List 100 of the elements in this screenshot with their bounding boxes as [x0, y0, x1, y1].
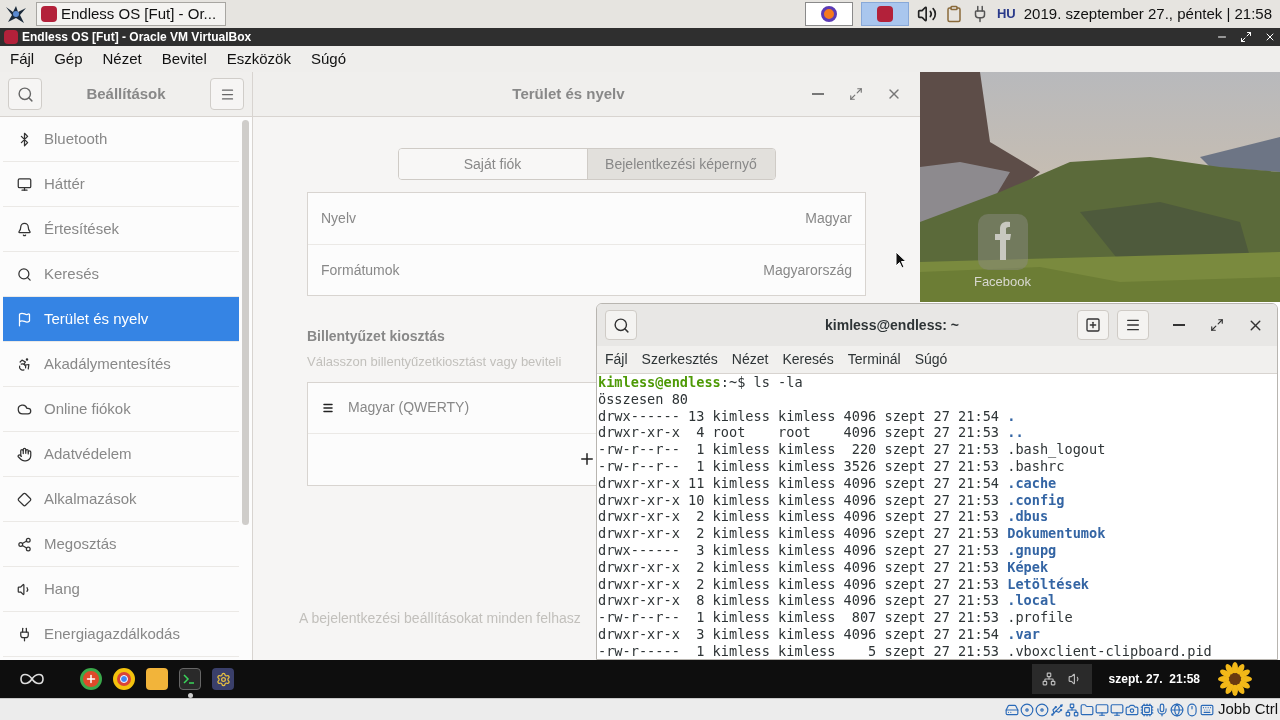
file-name: .vboxclient-clipboard.pid [1007, 642, 1212, 659]
sidebar-item[interactable]: Háttér [3, 162, 239, 207]
menu-item[interactable]: Keresés [782, 349, 834, 370]
status-icon[interactable] [1094, 702, 1109, 717]
sidebar-item[interactable]: Akadálymentesítés [3, 342, 239, 387]
folder-icon[interactable] [146, 668, 168, 690]
status-icon[interactable] [1154, 702, 1169, 717]
status-icon[interactable] [1034, 702, 1049, 717]
sidebar-item[interactable]: Bluetooth [3, 117, 239, 162]
file-name: .. [1007, 424, 1024, 442]
tray-button[interactable] [861, 2, 909, 26]
settings-row[interactable]: Nyelv Magyar [308, 193, 865, 244]
maximize-icon [849, 87, 863, 101]
window-title: Terület és nyelv [511, 83, 626, 104]
terminal-text: drwxr-xr-x 3 kimless kimless 4096 szept 27 21:54 [598, 625, 1000, 643]
sidebar-item-icon [17, 491, 32, 507]
file-name: Dokumentumok [1007, 525, 1106, 542]
terminal-text: összesen 80 [598, 390, 689, 407]
sidebar-item[interactable]: Alkalmazások [3, 477, 239, 522]
search-button[interactable] [605, 310, 637, 340]
desktop-icon-label: Facebook [973, 273, 1032, 291]
file-name: Képek [1007, 558, 1049, 576]
status-icon[interactable] [1109, 702, 1124, 717]
infinity-logo-icon[interactable] [18, 672, 46, 686]
menu-button[interactable] [1117, 310, 1149, 340]
sunflower-icon[interactable] [1218, 662, 1252, 696]
sidebar-item[interactable]: Terület és nyelv [3, 297, 239, 342]
menu-item[interactable]: Szerkesztés [641, 349, 718, 370]
terminal-text: -rw-r--r-- 1 kimless kimless 3526 szept 27 21:53 [598, 458, 1000, 475]
terminal-text: drwxr-xr-x 2 kimless kimless 4096 szept 27 21:53 [598, 575, 1000, 593]
new-tab-button[interactable] [1077, 310, 1109, 340]
prompt-command: :~$ ls -la [720, 374, 803, 391]
status-icon[interactable] [1019, 702, 1034, 717]
taskbar-button[interactable]: Endless OS [Fut] - Or... [36, 2, 226, 26]
sidebar-item[interactable]: Megosztás [3, 522, 239, 567]
file-name: .var [1007, 625, 1040, 643]
status-icon[interactable] [1139, 702, 1154, 717]
search-button[interactable] [8, 78, 42, 110]
sidebar-item[interactable]: Adatvédelem [3, 432, 239, 477]
mouse-cursor-icon [895, 251, 907, 269]
sidebar-item-icon [17, 536, 32, 552]
file-name: .profile [1007, 609, 1073, 626]
menu-item[interactable]: Eszközök [226, 47, 291, 71]
close-button[interactable] [1264, 31, 1276, 43]
terminal-text: drwxr-xr-x 2 kimless kimless 4096 szept 27 21:53 [598, 558, 1000, 576]
status-icon[interactable] [1124, 702, 1139, 717]
status-icon[interactable] [1079, 702, 1094, 717]
menu-item[interactable]: Gép [54, 47, 83, 71]
keyboard-layout-indicator[interactable]: HU [997, 4, 1016, 24]
menu-item[interactable]: Nézet [102, 47, 142, 71]
tray-button[interactable] [805, 2, 853, 26]
sidebar-item-icon [17, 356, 32, 372]
status-icon[interactable] [1004, 702, 1019, 717]
status-icon[interactable] [1184, 702, 1199, 717]
sidebar-item[interactable]: Online fiókok [3, 387, 239, 432]
row-label: Formátumok [321, 260, 400, 280]
terminal-text: drwxr-xr-x 4 root root 4096 szept 27 21:53 [598, 424, 1000, 442]
status-icon[interactable] [1049, 702, 1064, 717]
menu-item[interactable]: Terminál [847, 349, 901, 370]
file-name: . [1007, 407, 1016, 425]
status-icon[interactable] [1199, 702, 1214, 717]
status-icon[interactable] [1169, 702, 1184, 717]
status-icon[interactable] [1064, 702, 1079, 717]
window-title: kimless@endless: ~ [824, 315, 960, 335]
terminal-text: drwxr-xr-x 8 kimless kimless 4096 szept 27 21:53 [598, 592, 1000, 610]
maximize-button[interactable] [1240, 31, 1252, 43]
menu-item[interactable]: Súgó [914, 349, 948, 370]
terminal-icon[interactable] [179, 668, 201, 690]
tab[interactable]: Bejelentkezési képernyő [586, 149, 775, 179]
menu-item[interactable]: Fájl [10, 47, 35, 71]
sidebar-item-icon [17, 176, 32, 192]
menu-item[interactable]: Nézet [731, 349, 769, 370]
sidebar-item[interactable]: Értesítések [3, 207, 239, 252]
window-title: Endless OS [Fut] - Oracle VM VirtualBox [22, 29, 252, 46]
browser-icon[interactable] [113, 668, 135, 690]
terminal-text: drwx------ 3 kimless kimless 4096 szept 27 21:53 [598, 541, 1000, 559]
volume-icon[interactable] [917, 4, 937, 24]
menu-item[interactable]: Fájl [605, 349, 628, 370]
row-value: Magyar [805, 209, 852, 228]
settings-row[interactable]: Formátumok Magyarország [308, 244, 865, 295]
file-name: .config [1007, 491, 1065, 509]
clock-text[interactable]: szept. 27. 21:58 [1108, 670, 1200, 688]
sidebar-item-icon [17, 626, 32, 642]
clipboard-icon[interactable] [945, 5, 963, 23]
sidebar-item-icon [17, 266, 32, 282]
menu-icon [1125, 317, 1141, 333]
sidebar-item[interactable]: Hang [3, 567, 239, 612]
row-label: Nyelv [321, 209, 356, 228]
desktop-app-icon[interactable] [977, 214, 1028, 270]
host-key-label: Jobb Ctrl [1217, 699, 1278, 720]
settings-icon[interactable] [212, 668, 234, 690]
footer-text: A bejelentkezési beállításokat minden felhasz [299, 608, 581, 628]
menu-item[interactable]: Bevitel [161, 47, 207, 71]
sidebar-item[interactable]: Energiagazdálkodás [3, 612, 239, 657]
section-description: Válasszon billentyűzetkiosztást vagy beviteli [307, 353, 562, 371]
file-name: .local [1007, 592, 1057, 610]
menu-item[interactable]: Súgó [310, 47, 346, 71]
maximize-icon [1210, 318, 1224, 332]
sidebar-item-icon [17, 221, 32, 237]
app-center-icon[interactable] [80, 668, 102, 690]
